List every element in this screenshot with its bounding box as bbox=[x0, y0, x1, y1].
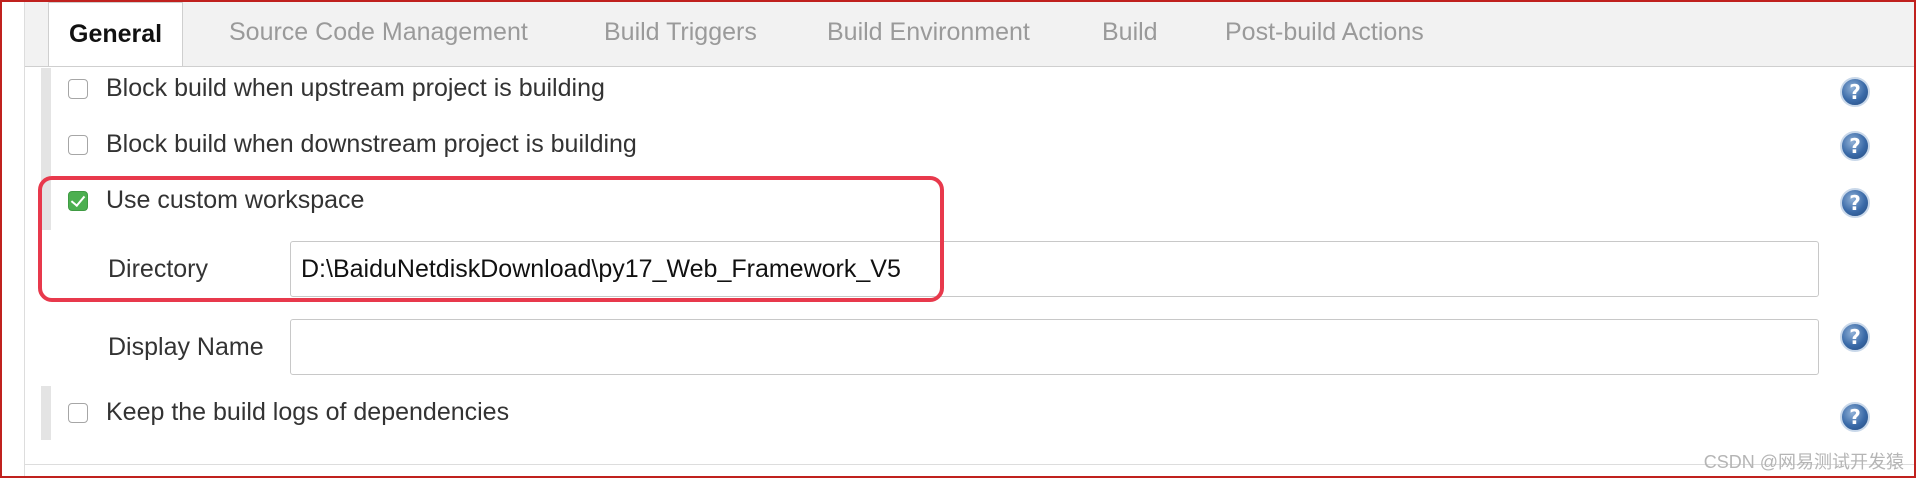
custom-workspace-checkbox[interactable] bbox=[68, 191, 88, 211]
tab-source-code-management[interactable]: Source Code Management bbox=[229, 0, 528, 64]
help-icon[interactable]: ? bbox=[1840, 322, 1870, 352]
tab-build-triggers[interactable]: Build Triggers bbox=[604, 0, 757, 64]
tab-build-environment[interactable]: Build Environment bbox=[827, 0, 1030, 64]
section-indent-bar bbox=[41, 386, 51, 440]
block-downstream-label: Block build when downstream project is b… bbox=[106, 130, 637, 158]
tab-build[interactable]: Build bbox=[1102, 0, 1158, 64]
keep-build-logs-checkbox[interactable] bbox=[68, 403, 88, 423]
block-upstream-checkbox[interactable] bbox=[68, 79, 88, 99]
directory-label: Directory bbox=[108, 255, 209, 283]
block-upstream-label: Block build when upstream project is bui… bbox=[106, 74, 605, 102]
help-icon[interactable]: ? bbox=[1840, 402, 1870, 432]
keep-build-logs-label: Keep the build logs of dependencies bbox=[106, 398, 510, 426]
block-downstream-checkbox[interactable] bbox=[68, 135, 88, 155]
tab-post-build-actions[interactable]: Post-build Actions bbox=[1225, 0, 1424, 64]
directory-input[interactable] bbox=[290, 241, 1819, 297]
section-indent-bar bbox=[41, 68, 51, 230]
help-icon[interactable]: ? bbox=[1840, 188, 1870, 218]
config-panel bbox=[25, 2, 1914, 465]
help-icon[interactable]: ? bbox=[1840, 77, 1870, 107]
left-gutter bbox=[2, 2, 25, 476]
watermark: CSDN @网易测试开发猿 bbox=[1703, 452, 1904, 472]
help-icon[interactable]: ? bbox=[1840, 131, 1870, 161]
display-name-input[interactable] bbox=[290, 319, 1819, 375]
custom-workspace-label: Use custom workspace bbox=[106, 186, 365, 214]
tab-general[interactable]: General bbox=[48, 2, 184, 66]
display-name-label: Display Name bbox=[108, 333, 264, 361]
